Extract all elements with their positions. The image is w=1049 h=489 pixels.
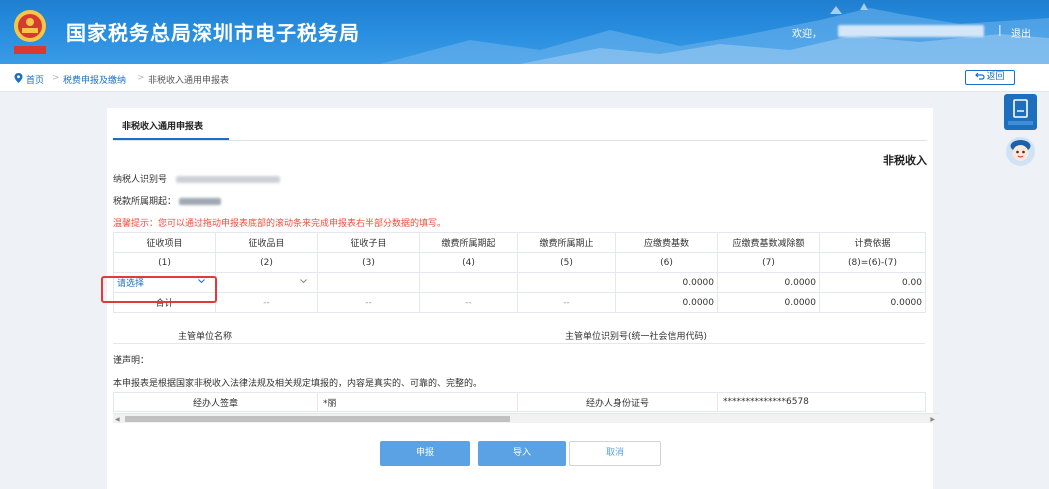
period-start-cell[interactable] [419, 272, 518, 293]
scroll-left-arrow-icon[interactable]: ◀ [115, 416, 120, 423]
submit-button[interactable]: 申报 [380, 441, 470, 466]
column-index: (1) [113, 252, 216, 273]
taxpayer-id-label: 纳税人识别号 [113, 175, 168, 185]
declaration-text: 本申报表是根据国家非税收入法律法规及相关规定填报的，内容是真实的、可靠的、完整的… [113, 379, 483, 389]
column-header: 计费依据 [819, 232, 926, 253]
column-index: (7) [717, 252, 820, 273]
cancel-button[interactable]: 取消 [569, 441, 661, 466]
column-index: (5) [517, 252, 616, 273]
period-label: 税款所属期起： [113, 197, 177, 207]
side-document-widget[interactable] [1004, 94, 1037, 130]
back-button[interactable]: 返回 [965, 70, 1015, 85]
base-amount-cell[interactable]: 0.0000 [615, 272, 718, 293]
scrollbar-thumb[interactable] [125, 416, 510, 422]
column-index: (8)=(6)-(7) [819, 252, 926, 273]
tab-nontax-form[interactable]: 非税收入通用申报表 [122, 119, 203, 132]
scroll-right-arrow-icon[interactable]: ▶ [930, 416, 935, 423]
table-header-row: 征收项目 征收品目 征收子目 缴费所属期起 缴费所属期止 应缴费基数 应缴费基数… [113, 232, 926, 253]
form-title: 非税收入 [883, 154, 927, 167]
column-index: (2) [215, 252, 318, 273]
column-index: (4) [419, 252, 518, 273]
chevron-down-icon [300, 279, 307, 284]
taxpayer-id-redacted [175, 176, 280, 183]
period-redacted [178, 198, 221, 205]
agent-signature-value[interactable]: *丽 [317, 392, 518, 412]
breadcrumb-separator: > [137, 73, 145, 83]
table-input-row: 请选择 0.0000 0.0000 0.00 [113, 272, 926, 293]
column-header: 应缴费基数 [615, 232, 718, 253]
column-header: 应缴费基数减除额 [717, 232, 820, 253]
total-basis: 0.0000 [819, 292, 926, 313]
column-index: (3) [317, 252, 420, 273]
side-assistant-widget[interactable] [1006, 137, 1035, 166]
column-index: (6) [615, 252, 718, 273]
total-deduction: 0.0000 [717, 292, 820, 313]
breadcrumb-separator: > [52, 73, 60, 83]
declaration-title: 谨声明： [113, 356, 150, 366]
authority-id-label: 主管单位识别号(统一社会信用代码) [565, 332, 708, 342]
import-button[interactable]: 导入 [478, 441, 566, 466]
total-dash: -- [419, 292, 518, 313]
total-dash: -- [215, 292, 318, 313]
agent-signature-label: 经办人签章 [113, 392, 318, 412]
total-dash: -- [517, 292, 616, 313]
welcome-text: 欢迎， [792, 29, 822, 40]
total-base: 0.0000 [615, 292, 718, 313]
collection-category-select[interactable] [215, 272, 318, 293]
column-header: 缴费所属期止 [517, 232, 616, 253]
document-icon [1008, 99, 1033, 125]
signature-row: 经办人签章 *丽 经办人身份证号 **************6578 [113, 392, 926, 412]
site-title: 国家税务总局深圳市电子税务局 [66, 21, 360, 45]
collection-subitem-cell[interactable] [317, 272, 420, 293]
authority-label: 主管单位名称 [178, 332, 233, 342]
back-button-label: 返回 [986, 72, 1005, 82]
logout-link[interactable]: 退出 [1011, 25, 1031, 40]
signature-table: 经办人签章 *丽 经办人身份证号 **************6578 [113, 392, 926, 412]
table-index-row: (1) (2) (3) (4) (5) (6) (7) (8)=(6)-(7) [113, 252, 926, 273]
column-header: 征收品目 [215, 232, 318, 253]
breadcrumb: 首页 > 税费申报及缴纳 > 非税收入通用申报表 [0, 64, 1049, 92]
fee-basis-cell: 0.00 [819, 272, 926, 293]
period-row: 税款所属期起： [113, 194, 221, 207]
header-separator: | [998, 23, 1002, 36]
tax-bureau-emblem-icon [14, 10, 46, 54]
top-banner: 国家税务总局深圳市电子税务局 欢迎， | 退出 [0, 0, 1049, 64]
agent-id-value[interactable]: **************6578 [717, 392, 926, 412]
total-dash: -- [317, 292, 420, 313]
column-header: 征收子目 [317, 232, 420, 253]
tab-divider [113, 140, 927, 141]
declaration-table: 征收项目 征收品目 征收子目 缴费所属期起 缴费所属期止 应缴费基数 应缴费基数… [113, 232, 926, 313]
assistant-avatar-icon [1010, 140, 1031, 161]
horizontal-scrollbar[interactable]: ◀ ▶ [113, 413, 939, 423]
location-pin-icon [14, 73, 23, 83]
taxpayer-id-row: 纳税人识别号 [113, 172, 280, 185]
username-redacted [838, 25, 984, 37]
column-header: 缴费所属期起 [419, 232, 518, 253]
agent-id-label: 经办人身份证号 [517, 392, 718, 412]
table-total-row: 合计 -- -- -- -- 0.0000 0.0000 0.0000 [113, 292, 926, 313]
deduction-amount-cell[interactable]: 0.0000 [717, 272, 820, 293]
highlight-annotation [101, 276, 217, 303]
period-end-cell[interactable] [517, 272, 616, 293]
breadcrumb-tax-filing[interactable]: 税费申报及缴纳 [63, 73, 126, 86]
breadcrumb-current: 非税收入通用申报表 [148, 76, 230, 86]
breadcrumb-home[interactable]: 首页 [26, 73, 44, 86]
column-header: 征收项目 [113, 232, 216, 253]
form-panel: 非税收入通用申报表 非税收入 纳税人识别号 税款所属期起： 温馨提示：您可以通过… [107, 108, 939, 489]
warm-tip: 温馨提示：您可以通过拖动申报表底部的滚动条来完成申报表右半部分数据的填写。 [113, 219, 447, 229]
return-arrow-icon [975, 72, 986, 80]
authority-row: 主管单位名称 主管单位识别号(统一社会信用代码) [113, 324, 925, 344]
